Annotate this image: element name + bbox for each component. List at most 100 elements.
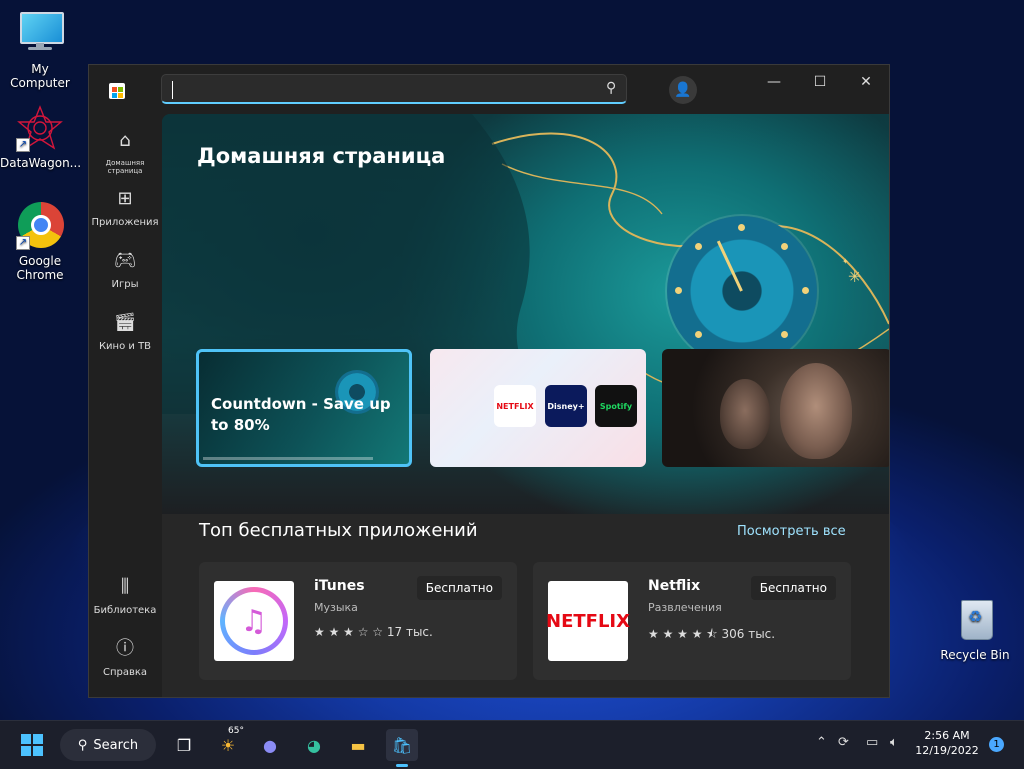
desktop-icon-recycle-bin[interactable]: ♻ Recycle Bin xyxy=(935,596,1015,662)
shortcut-arrow-icon: ↗ xyxy=(16,236,30,250)
see-all-link[interactable]: Посмотреть все xyxy=(737,524,846,539)
search-icon[interactable]: ⚲ xyxy=(606,80,616,96)
nav-item-help[interactable]: ⓘ Справка xyxy=(89,637,161,678)
app-card-itunes[interactable]: ♫ iTunes Музыка ★ ★ ★ ☆ ☆ 17 тыс. Беспла… xyxy=(199,562,517,680)
microsoft-store-logo-icon xyxy=(109,83,125,99)
nav-item-movies-tv[interactable]: 🎬︎ Кино и ТВ xyxy=(89,311,161,352)
clock-time: 2:56 AM xyxy=(924,729,970,742)
minimize-icon: — xyxy=(767,74,781,90)
featured-card-game[interactable] xyxy=(662,349,889,467)
gamepad-icon: 🎮︎ xyxy=(113,250,137,271)
nav-item-home[interactable]: ⌂ Домашняя страница xyxy=(89,129,161,175)
search-input[interactable]: ⚲ xyxy=(161,74,627,104)
chevron-up-icon[interactable]: ⌃ xyxy=(816,735,827,750)
featured-card-title: Countdown - Save up to 80% xyxy=(211,395,391,434)
nav-item-games[interactable]: 🎮︎ Игры xyxy=(89,249,161,290)
maximize-icon: ☐ xyxy=(813,74,827,90)
itunes-icon: ♫ xyxy=(214,581,294,661)
library-icon: ⫼ xyxy=(120,576,130,597)
chrome-icon: ↗ xyxy=(16,202,64,250)
notification-badge[interactable]: 1 xyxy=(989,737,1004,752)
review-count: 17 тыс. xyxy=(386,625,433,639)
maximize-button[interactable]: ☐ xyxy=(797,65,843,99)
rating-stars: ★ ★ ★ ★ ⯪ xyxy=(648,627,718,641)
text-caret xyxy=(172,81,173,99)
review-count: 306 тыс. xyxy=(721,627,776,641)
nav-item-label: Справка xyxy=(102,667,148,678)
title-bar: ⚲ 👤 — ☐ ✕ xyxy=(89,65,889,115)
desktop-icon-label: DataWagon... xyxy=(0,156,82,170)
featured-card-streaming[interactable]: NETFLIX Disney+ Spotify xyxy=(430,349,646,467)
app-rating: ★ ★ ★ ★ ⯪ 306 тыс. xyxy=(648,625,775,646)
widgets-button[interactable]: ☀ 65° xyxy=(212,726,244,761)
minimize-button[interactable]: — xyxy=(751,65,797,99)
close-button[interactable]: ✕ xyxy=(843,65,889,99)
desktop-icon-label: Recycle Bin xyxy=(940,648,1010,662)
rating-stars: ★ ★ ★ ☆ ☆ xyxy=(314,625,384,639)
network-icon[interactable]: ▭ xyxy=(866,735,878,750)
netflix-tile: NETFLIX xyxy=(494,385,536,427)
page-title: Домашняя страница xyxy=(197,144,446,168)
task-view-icon: ❐ xyxy=(176,735,192,755)
microsoft-store-window: ⚲ 👤 — ☐ ✕ ⌂ Домашняя страница ⊞ Приложен… xyxy=(88,64,890,698)
search-icon: ⚲ xyxy=(77,737,88,753)
taskbar-search-button[interactable]: ⚲ Search xyxy=(60,729,156,761)
svg-text:✦: ✦ xyxy=(842,257,849,266)
shortcut-arrow-icon: ↗ xyxy=(16,138,30,152)
chat-icon: ● xyxy=(263,735,277,755)
nav-item-apps[interactable]: ⊞ Приложения xyxy=(89,187,161,228)
nav-item-label: Игры xyxy=(111,279,139,290)
price-badge: Бесплатно xyxy=(416,576,502,600)
weather-temp: 65° xyxy=(228,726,244,736)
desktop-icon-my-computer[interactable]: My Computer xyxy=(0,10,80,90)
desktop-icon-label: Google Chrome xyxy=(16,254,64,282)
taskbar-clock[interactable]: 2:56 AM 12/19/2022 xyxy=(912,728,982,758)
clock-date: 12/19/2022 xyxy=(915,744,979,757)
datawagon-logo-icon: ↗ xyxy=(16,104,64,152)
countdown-clock-illustration xyxy=(667,216,817,366)
disney-plus-tile: Disney+ xyxy=(545,385,587,427)
account-button[interactable]: 👤 xyxy=(669,76,697,104)
app-card-netflix[interactable]: NETFLIX Netflix Развлечения ★ ★ ★ ★ ⯪ 30… xyxy=(533,562,851,680)
recycle-bin-icon: ♻ xyxy=(951,596,999,644)
windows-logo-icon xyxy=(21,734,43,756)
spotify-tile: Spotify xyxy=(595,385,637,427)
desktop-icon-google-chrome[interactable]: ↗ Google Chrome xyxy=(0,202,80,282)
featured-card-countdown[interactable]: Countdown - Save up to 80% xyxy=(196,349,412,467)
nav-item-label: Приложения xyxy=(91,217,159,228)
netflix-icon: NETFLIX xyxy=(546,581,630,661)
nav-item-library[interactable]: ⫼ Библиотека xyxy=(89,575,161,616)
price-badge: Бесплатно xyxy=(750,576,836,600)
file-explorer-button[interactable]: ▬ xyxy=(342,729,374,761)
taskbar-search-label: Search xyxy=(93,737,139,753)
game-character-image xyxy=(720,379,770,449)
apps-icon: ⊞ xyxy=(117,188,133,209)
home-icon: ⌂ xyxy=(119,130,131,151)
microsoft-store-taskbar-button[interactable]: 🛍︎ xyxy=(386,729,418,767)
carousel-progress-bar xyxy=(203,457,373,460)
chat-button[interactable]: ● xyxy=(254,729,286,761)
desktop-icon-label: My Computer xyxy=(10,62,70,90)
nav-item-label: Домашняя страница xyxy=(105,159,145,175)
section-title: Топ бесплатных приложений xyxy=(199,520,478,541)
start-button[interactable] xyxy=(16,729,48,761)
app-rating: ★ ★ ★ ☆ ☆ 17 тыс. xyxy=(314,625,433,639)
active-indicator xyxy=(396,764,408,767)
update-icon[interactable]: ⟳ xyxy=(838,735,849,750)
user-icon: 👤 xyxy=(674,82,692,98)
desktop-icon-datawagon[interactable]: ↗ DataWagon... xyxy=(0,104,82,170)
sidebar-nav: ⌂ Домашняя страница ⊞ Приложения 🎮︎ Игры… xyxy=(89,115,161,697)
volume-icon[interactable]: 🔈︎ xyxy=(890,735,898,750)
edge-button[interactable]: ◕ xyxy=(298,729,330,761)
clapperboard-icon: 🎬︎ xyxy=(113,312,137,333)
hero-banner: ✳ ✦ Домашняя страница Countdown - Save u… xyxy=(162,114,889,514)
main-content: ✳ ✦ Домашняя страница Countdown - Save u… xyxy=(162,114,889,697)
app-name: Netflix xyxy=(648,578,701,594)
netflix-logo-text: NETFLIX xyxy=(546,610,630,632)
app-category: Музыка xyxy=(314,601,358,614)
microsoft-store-icon: 🛍︎ xyxy=(391,735,413,755)
taskbar: ⚲ Search ❐ ☀ 65° ● ◕ ▬ 🛍︎ ⌃ ⟳ ▭ 🔈︎ 2:56 … xyxy=(0,720,1024,769)
task-view-button[interactable]: ❐ xyxy=(168,729,200,761)
nav-item-label: Библиотека xyxy=(93,605,157,616)
game-character-image xyxy=(780,363,852,459)
